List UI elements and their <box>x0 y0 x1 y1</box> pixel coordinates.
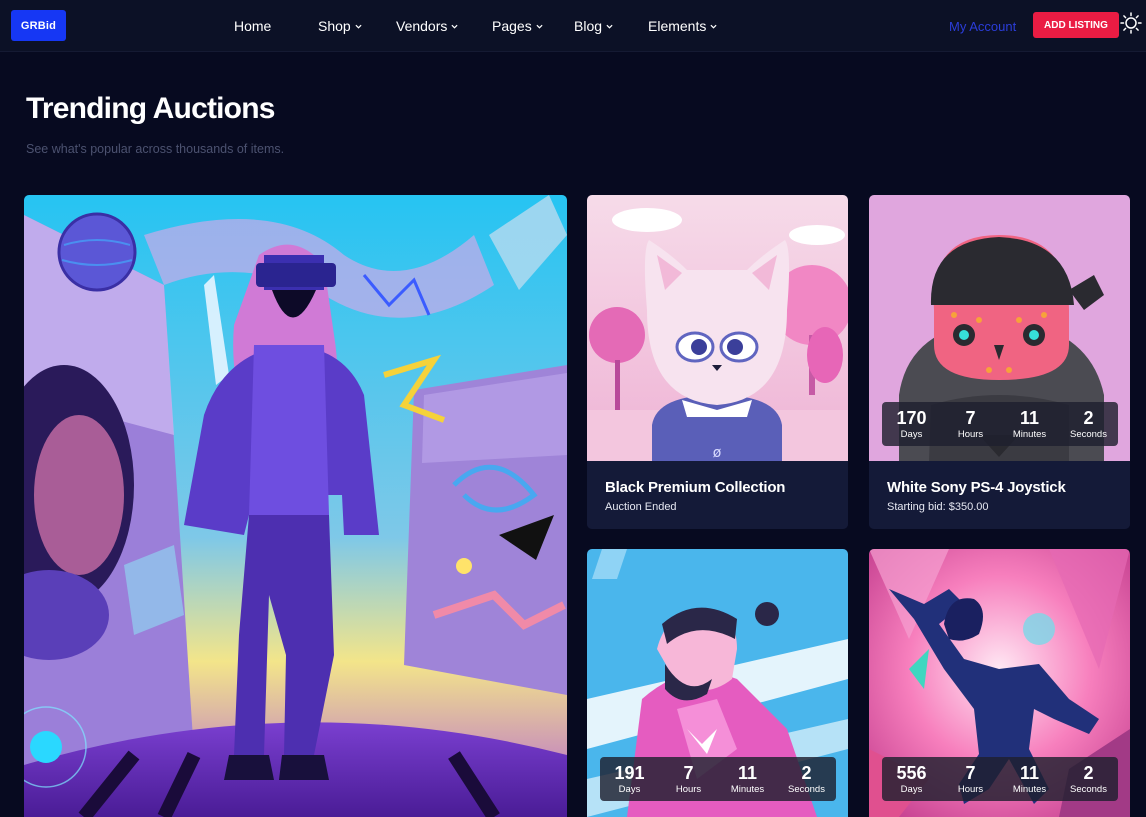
nav-vendors-label: Vendors <box>396 18 448 34</box>
chevron-down-icon <box>355 24 362 29</box>
countdown-timer: 191 Days 7 Hours 11 Minutes 2 Seconds <box>600 757 836 801</box>
featured-auction-card[interactable] <box>24 195 567 817</box>
svg-text:ø: ø <box>713 445 722 461</box>
auction-card-white-sony-joystick[interactable]: 170 Days 7 Hours 11 Minutes 2 Seconds White … <box>869 195 1130 529</box>
nav-shop-label: Shop <box>318 18 351 34</box>
my-account-link[interactable]: My Account <box>949 16 1016 36</box>
timer-hours: 7 Hours <box>957 762 984 795</box>
nav-blog-label: Blog <box>574 18 603 34</box>
chevron-down-icon <box>536 24 543 29</box>
nav-pages-label: Pages <box>492 18 532 34</box>
chevron-down-icon <box>710 24 717 29</box>
timer-minutes: 11 Minutes <box>1012 762 1047 795</box>
page-subtitle: See what's popular across thousands of i… <box>26 142 285 156</box>
add-listing-button[interactable]: ADD LISTING <box>1033 12 1119 38</box>
card-title[interactable]: White Sony PS-4 Joystick <box>887 479 1066 496</box>
timer-seconds: 2 Seconds <box>1070 762 1107 795</box>
nav-elements[interactable]: Elements <box>648 16 717 36</box>
auction-status: Auction Ended <box>605 501 677 513</box>
auction-card-runner[interactable]: 191 Days 7 Hours 11 Minutes 2 Seconds <box>587 549 848 817</box>
nav-pages[interactable]: Pages <box>492 16 543 36</box>
brand-logo[interactable]: GRBid <box>11 10 66 41</box>
page-title: Trending Auctions <box>26 92 275 125</box>
timer-seconds: 2 Seconds <box>788 762 825 795</box>
card-info: Black Premium Collection Auction Ended <box>587 461 848 529</box>
chevron-down-icon <box>606 24 613 29</box>
chevron-down-icon <box>451 24 458 29</box>
nav-home[interactable]: Home <box>234 16 271 36</box>
timer-days: 170 Days <box>896 407 927 440</box>
nav-blog[interactable]: Blog <box>574 16 613 36</box>
cat-artwork-image: ø <box>587 195 848 461</box>
timer-minutes: 11 Minutes <box>730 762 765 795</box>
featured-artwork-image <box>24 195 567 817</box>
nav-shop[interactable]: Shop <box>318 16 362 36</box>
timer-hours: 7 Hours <box>675 762 702 795</box>
sun-icon[interactable] <box>1120 12 1142 34</box>
auction-card-dancer[interactable]: 556 Days 7 Hours 11 Minutes 2 Seconds <box>869 549 1130 817</box>
card-title[interactable]: Black Premium Collection <box>605 479 785 496</box>
countdown-timer: 170 Days 7 Hours 11 Minutes 2 Seconds <box>882 402 1118 446</box>
timer-hours: 7 Hours <box>957 407 984 440</box>
timer-days: 191 Days <box>614 762 645 795</box>
card-info: White Sony PS-4 Joystick Starting bid: $… <box>869 461 1130 529</box>
nav-vendors[interactable]: Vendors <box>396 16 458 36</box>
starting-bid: Starting bid: $350.00 <box>887 501 989 513</box>
nav-elements-label: Elements <box>648 18 707 34</box>
top-navbar: GRBid Home Shop Vendors Pages Blog Eleme… <box>0 0 1146 52</box>
nav-home-label: Home <box>234 18 272 34</box>
timer-minutes: 11 Minutes <box>1012 407 1047 440</box>
timer-days: 556 Days <box>896 762 927 795</box>
countdown-timer: 556 Days 7 Hours 11 Minutes 2 Seconds <box>882 757 1118 801</box>
auction-card-black-premium[interactable]: ø Black Premium Collection Auction Ended <box>587 195 848 529</box>
timer-seconds: 2 Seconds <box>1070 407 1107 440</box>
